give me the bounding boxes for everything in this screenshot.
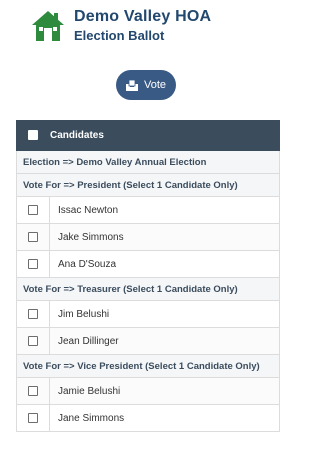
candidate-name: Jane Simmons xyxy=(49,404,280,432)
ballot-table: Candidates Election => Demo Valley Annua… xyxy=(16,120,280,432)
candidate-row[interactable]: Jean Dillinger xyxy=(16,327,280,355)
candidate-checkbox[interactable] xyxy=(28,231,38,242)
vote-button-label: Vote xyxy=(143,79,167,91)
candidate-name: Jake Simmons xyxy=(49,223,280,251)
candidate-name: Ana D'Souza xyxy=(49,250,280,278)
page-subtitle: Election Ballot xyxy=(74,28,165,44)
select-all-checkbox[interactable] xyxy=(28,130,38,141)
org-name: Demo Valley HOA xyxy=(74,8,212,26)
group-title: Vote For => Vice President (Select 1 Can… xyxy=(16,354,280,378)
candidate-row[interactable]: Ana D'Souza xyxy=(16,250,280,278)
election-label: Election => Demo Valley Annual Election xyxy=(16,150,280,174)
candidate-checkbox[interactable] xyxy=(28,385,38,396)
candidate-checkbox[interactable] xyxy=(28,412,38,423)
vote-button[interactable]: Vote xyxy=(116,70,176,100)
election-row: Election => Demo Valley Annual Election xyxy=(16,150,280,174)
house-icon xyxy=(32,11,64,41)
group-header-row: Vote For => Treasurer (Select 1 Candidat… xyxy=(16,277,280,301)
candidate-checkbox[interactable] xyxy=(28,335,38,346)
candidate-name: Issac Newton xyxy=(49,196,280,224)
candidate-row[interactable]: Jake Simmons xyxy=(16,223,280,251)
candidate-row[interactable]: Issac Newton xyxy=(16,196,280,224)
candidate-checkbox[interactable] xyxy=(28,258,38,269)
ballot-box-icon xyxy=(125,79,138,91)
header-titles: Demo Valley HOA Election Ballot xyxy=(74,8,212,44)
candidate-row[interactable]: Jane Simmons xyxy=(16,404,280,432)
app-header: Demo Valley HOA Election Ballot xyxy=(30,6,211,46)
group-header-row: Vote For => Vice President (Select 1 Can… xyxy=(16,354,280,378)
candidate-row[interactable]: Jim Belushi xyxy=(16,300,280,328)
candidates-header: Candidates xyxy=(49,120,280,151)
group-header-row: Vote For => President (Select 1 Candidat… xyxy=(16,173,280,197)
group-title: Vote For => Treasurer (Select 1 Candidat… xyxy=(16,277,280,301)
table-header-row: Candidates xyxy=(16,120,280,151)
candidate-checkbox[interactable] xyxy=(28,308,38,319)
group-title: Vote For => President (Select 1 Candidat… xyxy=(16,173,280,197)
candidate-name: Jim Belushi xyxy=(49,300,280,328)
candidate-row[interactable]: Jamie Belushi xyxy=(16,377,280,405)
candidate-checkbox[interactable] xyxy=(28,204,38,215)
select-all-cell xyxy=(16,120,50,151)
candidate-name: Jamie Belushi xyxy=(49,377,280,405)
candidate-name: Jean Dillinger xyxy=(49,327,280,355)
